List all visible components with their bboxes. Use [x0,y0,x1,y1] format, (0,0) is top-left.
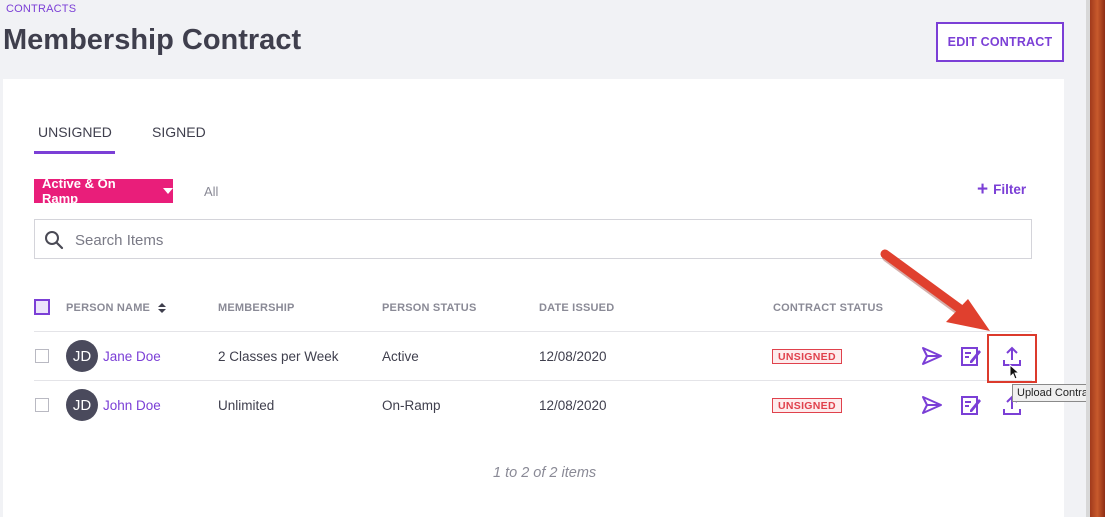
avatar: JD [66,389,98,421]
row-checkbox[interactable] [35,349,49,363]
mouse-cursor-icon [1009,364,1021,380]
edit-contract-button[interactable]: EDIT CONTRACT [936,22,1064,62]
date-issued-cell: 12/08/2020 [539,398,607,413]
send-icon[interactable] [921,346,943,366]
status-badge: UNSIGNED [772,349,842,364]
person-name-link[interactable]: John Doe [103,398,161,413]
column-header-contract-status: CONTRACT STATUS [773,302,884,314]
edit-document-icon[interactable] [960,394,982,416]
send-icon[interactable] [921,395,943,415]
edit-document-icon[interactable] [960,345,982,367]
tab-unsigned[interactable]: UNSIGNED [38,124,112,140]
caret-down-icon [163,188,173,194]
person-status-cell: On-Ramp [382,398,441,413]
row-checkbox[interactable] [35,398,49,412]
avatar: JD [66,340,98,372]
column-header-membership: MEMBERSHIP [218,302,295,314]
status-filter-label: Active & On Ramp [42,176,116,206]
filter-button[interactable]: + Filter [977,178,1027,200]
breadcrumb[interactable]: CONTRACTS [6,3,76,15]
column-header-date-issued: DATE ISSUED [539,302,615,314]
select-all-checkbox[interactable] [34,299,50,315]
tab-signed[interactable]: SIGNED [152,124,206,140]
column-header-person-name[interactable]: PERSON NAME [66,302,167,314]
row-divider [34,331,1032,332]
search-input[interactable] [75,229,975,251]
status-badge: UNSIGNED [772,398,842,413]
membership-cell: Unlimited [218,398,275,413]
page-title: Membership Contract [3,24,302,56]
all-filter-option[interactable]: All [204,184,218,199]
sort-icon[interactable] [158,302,167,314]
column-header-person-status: PERSON STATUS [382,302,477,314]
scrollbar-thumb[interactable] [1090,0,1105,517]
search-box [34,219,1032,259]
person-status-cell: Active [382,349,419,364]
plus-icon: + [977,178,989,200]
status-filter-dropdown[interactable]: Active & On Ramp [34,176,173,206]
pagination-summary: 1 to 2 of 2 items [493,465,597,481]
filter-label: Filter [993,182,1027,197]
person-name-link[interactable]: Jane Doe [103,349,161,364]
search-icon [45,231,64,250]
main-panel [3,79,1064,517]
active-tab-indicator [34,151,115,154]
membership-cell: 2 Classes per Week [218,349,339,364]
row-divider [34,380,1032,381]
date-issued-cell: 12/08/2020 [539,349,607,364]
